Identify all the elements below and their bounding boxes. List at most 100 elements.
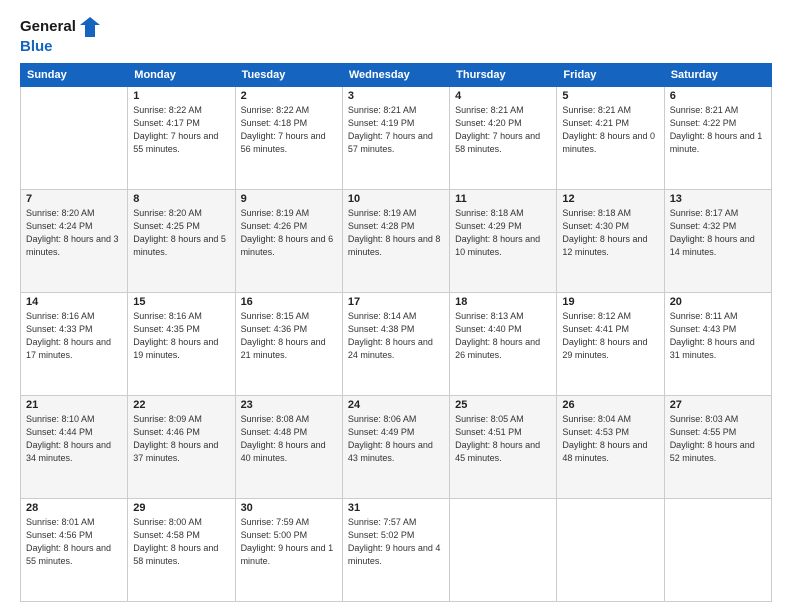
calendar-cell: 25 Sunrise: 8:05 AM Sunset: 4:51 PM Dayli… [450, 396, 557, 499]
calendar-cell [664, 499, 771, 602]
weekday-header: Tuesday [235, 64, 342, 87]
day-info: Sunrise: 8:14 AM Sunset: 4:38 PM Dayligh… [348, 310, 444, 362]
day-number: 15 [133, 296, 229, 308]
day-info: Sunrise: 8:00 AM Sunset: 4:58 PM Dayligh… [133, 516, 229, 568]
weekday-header: Sunday [21, 64, 128, 87]
calendar-cell: 5 Sunrise: 8:21 AM Sunset: 4:21 PM Daylig… [557, 87, 664, 190]
calendar-week-row: 7 Sunrise: 8:20 AM Sunset: 4:24 PM Daylig… [21, 190, 772, 293]
day-number: 5 [562, 90, 658, 102]
weekday-header: Thursday [450, 64, 557, 87]
day-info: Sunrise: 8:22 AM Sunset: 4:18 PM Dayligh… [241, 104, 337, 156]
day-number: 28 [26, 502, 122, 514]
calendar-week-row: 28 Sunrise: 8:01 AM Sunset: 4:56 PM Dayli… [21, 499, 772, 602]
calendar-cell: 8 Sunrise: 8:20 AM Sunset: 4:25 PM Daylig… [128, 190, 235, 293]
calendar-cell: 29 Sunrise: 8:00 AM Sunset: 4:58 PM Dayli… [128, 499, 235, 602]
calendar-cell: 24Sunrise: 8:06 AM Sunset: 4:49 PM Dayli… [342, 396, 449, 499]
day-number: 3 [348, 90, 444, 102]
day-number: 12 [562, 193, 658, 205]
calendar-page: General Blue SundayMondayTuesdayWednesda… [0, 0, 792, 612]
calendar-cell: 19 Sunrise: 8:12 AM Sunset: 4:41 PM Dayli… [557, 293, 664, 396]
day-info: Sunrise: 8:20 AM Sunset: 4:24 PM Dayligh… [26, 207, 122, 259]
day-number: 6 [670, 90, 766, 102]
day-info: Sunrise: 8:21 AM Sunset: 4:21 PM Dayligh… [562, 104, 658, 156]
day-number: 16 [241, 296, 337, 308]
calendar-cell: 9 Sunrise: 8:19 AM Sunset: 4:26 PM Daylig… [235, 190, 342, 293]
calendar-cell: 6 Sunrise: 8:21 AM Sunset: 4:22 PM Daylig… [664, 87, 771, 190]
calendar-week-row: 14 Sunrise: 8:16 AM Sunset: 4:33 PM Dayli… [21, 293, 772, 396]
logo-blue: Blue [20, 38, 53, 55]
day-number: 30 [241, 502, 337, 514]
calendar-cell: 7 Sunrise: 8:20 AM Sunset: 4:24 PM Daylig… [21, 190, 128, 293]
day-info: Sunrise: 8:22 AM Sunset: 4:17 PM Dayligh… [133, 104, 229, 156]
weekday-header: Monday [128, 64, 235, 87]
day-info: Sunrise: 8:10 AM Sunset: 4:44 PM Dayligh… [26, 413, 122, 465]
calendar-cell: 10 Sunrise: 8:19 AM Sunset: 4:28 PM Dayli… [342, 190, 449, 293]
day-number: 2 [241, 90, 337, 102]
calendar-cell [450, 499, 557, 602]
day-info: Sunrise: 8:05 AM Sunset: 4:51 PM Dayligh… [455, 413, 551, 465]
calendar-cell: 12 Sunrise: 8:18 AM Sunset: 4:30 PM Dayli… [557, 190, 664, 293]
calendar-cell: 27Sunrise: 8:03 AM Sunset: 4:55 PM Dayli… [664, 396, 771, 499]
day-number: 19 [562, 296, 658, 308]
calendar-cell: 17 Sunrise: 8:14 AM Sunset: 4:38 PM Dayli… [342, 293, 449, 396]
day-info: Sunrise: 8:06 AM Sunset: 4:49 PM Dayligh… [348, 413, 444, 465]
day-number: 7 [26, 193, 122, 205]
calendar-cell [557, 499, 664, 602]
day-info: Sunrise: 7:57 AM Sunset: 5:02 PM Dayligh… [348, 516, 444, 568]
day-info: Sunrise: 8:20 AM Sunset: 4:25 PM Dayligh… [133, 207, 229, 259]
day-number: 21 [26, 399, 122, 411]
day-number: 13 [670, 193, 766, 205]
calendar-cell: 13 Sunrise: 8:17 AM Sunset: 4:32 PM Dayli… [664, 190, 771, 293]
day-number: 17 [348, 296, 444, 308]
weekday-header: Friday [557, 64, 664, 87]
day-number: 27 [670, 399, 766, 411]
day-info: Sunrise: 7:59 AM Sunset: 5:00 PM Dayligh… [241, 516, 337, 568]
day-number: 10 [348, 193, 444, 205]
calendar-cell: 11 Sunrise: 8:18 AM Sunset: 4:29 PM Dayli… [450, 190, 557, 293]
day-number: 9 [241, 193, 337, 205]
logo-arrow-icon [79, 16, 101, 38]
day-info: Sunrise: 8:16 AM Sunset: 4:35 PM Dayligh… [133, 310, 229, 362]
day-info: Sunrise: 8:19 AM Sunset: 4:26 PM Dayligh… [241, 207, 337, 259]
day-number: 23 [241, 399, 337, 411]
day-number: 14 [26, 296, 122, 308]
day-info: Sunrise: 8:13 AM Sunset: 4:40 PM Dayligh… [455, 310, 551, 362]
calendar-cell: 20 Sunrise: 8:11 AM Sunset: 4:43 PM Dayli… [664, 293, 771, 396]
day-info: Sunrise: 8:12 AM Sunset: 4:41 PM Dayligh… [562, 310, 658, 362]
day-number: 4 [455, 90, 551, 102]
calendar-cell: 16 Sunrise: 8:15 AM Sunset: 4:36 PM Dayli… [235, 293, 342, 396]
day-number: 20 [670, 296, 766, 308]
day-info: Sunrise: 8:18 AM Sunset: 4:29 PM Dayligh… [455, 207, 551, 259]
day-info: Sunrise: 8:21 AM Sunset: 4:20 PM Dayligh… [455, 104, 551, 156]
calendar-cell: 23Sunrise: 8:08 AM Sunset: 4:48 PM Dayli… [235, 396, 342, 499]
logo-graphic: General Blue [20, 16, 101, 55]
day-number: 26 [562, 399, 658, 411]
day-info: Sunrise: 8:18 AM Sunset: 4:30 PM Dayligh… [562, 207, 658, 259]
calendar-cell: 30 Sunrise: 7:59 AM Sunset: 5:00 PM Dayli… [235, 499, 342, 602]
logo-general: General [20, 18, 76, 35]
day-info: Sunrise: 8:15 AM Sunset: 4:36 PM Dayligh… [241, 310, 337, 362]
calendar-cell: 14 Sunrise: 8:16 AM Sunset: 4:33 PM Dayli… [21, 293, 128, 396]
calendar-cell: 15 Sunrise: 8:16 AM Sunset: 4:35 PM Dayli… [128, 293, 235, 396]
day-number: 25 [455, 399, 551, 411]
calendar-cell: 3Sunrise: 8:21 AM Sunset: 4:19 PM Daylig… [342, 87, 449, 190]
day-info: Sunrise: 8:21 AM Sunset: 4:22 PM Dayligh… [670, 104, 766, 156]
day-info: Sunrise: 8:16 AM Sunset: 4:33 PM Dayligh… [26, 310, 122, 362]
day-number: 31 [348, 502, 444, 514]
calendar-cell: 1 Sunrise: 8:22 AM Sunset: 4:17 PM Daylig… [128, 87, 235, 190]
calendar-week-row: 21 Sunrise: 8:10 AM Sunset: 4:44 PM Dayli… [21, 396, 772, 499]
day-info: Sunrise: 8:17 AM Sunset: 4:32 PM Dayligh… [670, 207, 766, 259]
day-number: 18 [455, 296, 551, 308]
weekday-header: Saturday [664, 64, 771, 87]
day-number: 1 [133, 90, 229, 102]
calendar-cell: 22Sunrise: 8:09 AM Sunset: 4:46 PM Dayli… [128, 396, 235, 499]
day-number: 29 [133, 502, 229, 514]
day-number: 11 [455, 193, 551, 205]
day-info: Sunrise: 8:01 AM Sunset: 4:56 PM Dayligh… [26, 516, 122, 568]
day-number: 8 [133, 193, 229, 205]
day-info: Sunrise: 8:11 AM Sunset: 4:43 PM Dayligh… [670, 310, 766, 362]
day-info: Sunrise: 8:19 AM Sunset: 4:28 PM Dayligh… [348, 207, 444, 259]
calendar-cell: 2 Sunrise: 8:22 AM Sunset: 4:18 PM Daylig… [235, 87, 342, 190]
logo: General Blue [20, 16, 101, 55]
weekday-header: Wednesday [342, 64, 449, 87]
